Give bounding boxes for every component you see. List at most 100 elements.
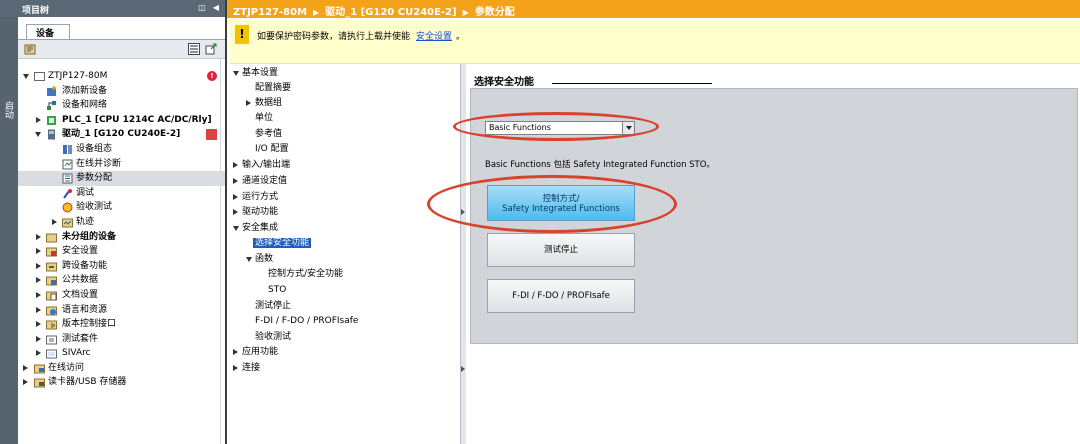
info-suffix: 。 [456,32,466,42]
nav-setpoint-channel[interactable]: 通道设定值 [233,174,287,188]
highlight-ellipse-select [453,112,659,141]
tree-item-card-reader[interactable]: 读卡器/USB 存储器 [18,375,225,390]
tree-item-sivarc[interactable]: SIVArc [18,346,225,361]
nav-test-stop[interactable]: 测试停止 [255,299,291,313]
tree-item-online-access[interactable]: 在线访问 [18,361,225,376]
nav-drive-functions[interactable]: 驱动功能 [233,205,278,219]
pin-icon[interactable]: ◫ [197,3,207,13]
expand-icon[interactable] [36,116,41,123]
expand-icon[interactable] [233,365,238,371]
nav-select-safety-function[interactable]: 选择安全功能 [253,236,312,250]
parameter-icon [62,173,73,184]
project-tree-header: 项目树 ◫ ◀ [0,0,225,17]
nav-fdi-fdo-profisafe[interactable]: F-DI / F-DO / PROFIsafe [255,314,358,328]
expand-icon[interactable] [36,277,41,284]
project-icon [34,72,45,81]
tree-item-security-settings[interactable]: 安全设置 [18,244,225,259]
collapse-icon[interactable] [246,257,252,262]
collapse-icon[interactable] [233,226,239,231]
expand-icon[interactable] [233,162,238,168]
project-tree-title: 项目树 [22,6,50,16]
nav-io-config[interactable]: I/O 配置 [255,142,289,156]
tree-item-online-diagnostics[interactable]: 在线并诊断 [18,157,225,172]
tree-item-test-suite[interactable]: 测试套件 [18,332,225,347]
nav-sto[interactable]: STO [268,283,286,297]
fdi-fdo-profisafe-button[interactable]: F-DI / F-DO / PROFIsafe [487,279,635,313]
cross-device-icon [46,262,57,272]
tree-item-add-device[interactable]: 添加新设备 [18,84,225,99]
expand-icon[interactable] [36,291,41,298]
tree-item-cross-device[interactable]: 跨设备功能 [18,259,225,274]
expand-icon[interactable] [36,350,41,357]
expand-icon[interactable] [36,233,41,240]
security-settings-link[interactable]: 安全设置 [416,32,452,42]
collapse-icon[interactable] [35,132,41,138]
tree-item-common-data[interactable]: 公共数据 [18,273,225,288]
nav-reference-values[interactable]: 参考值 [255,127,282,141]
tree-item-device-config[interactable]: 设备组态 [18,142,225,157]
nav-connections[interactable]: 连接 [233,361,260,375]
new-group-icon[interactable] [24,43,36,55]
expand-icon[interactable] [23,364,28,371]
tree-item-parameter-assignment[interactable]: 参数分配 [18,171,225,186]
nav-operating-mode[interactable]: 运行方式 [233,190,278,204]
expand-icon[interactable] [36,262,41,269]
side-strip[interactable]: 启动 [0,17,18,444]
project-tree: ZTJP127-80M ! 添加新设备 设备和网络 PLC_1 [CPU 121… [18,71,225,390]
nav-control-mode-safety[interactable]: 控制方式/安全功能 [268,267,343,281]
splitter-grip-icon[interactable] [461,366,465,372]
info-text: 如要保护密码参数，请执行上载并使能 [257,32,411,42]
expand-icon[interactable] [36,335,41,342]
nav-acceptance-test[interactable]: 验收测试 [255,330,291,344]
nav-config-summary[interactable]: 配置摘要 [255,81,291,95]
page-title: 选择安全功能 [474,77,534,88]
breadcrumb: ZTJP127-80M ▶ 驱动_1 [G120 CU240E-2] ▶ 参数分配 [227,0,1080,18]
nav-inputs-outputs[interactable]: 输入/输出端 [233,158,290,172]
tree-item-traces[interactable]: 轨迹 [18,215,225,230]
tree-item-project[interactable]: ZTJP127-80M ! [18,69,225,84]
nav-units[interactable]: 单位 [255,111,273,125]
expand-icon[interactable] [246,100,251,106]
breadcrumb-project[interactable]: ZTJP127-80M [233,7,307,18]
tree-item-commissioning[interactable]: 调试 [18,186,225,201]
breadcrumb-parameter[interactable]: 参数分配 [475,7,515,18]
diagnostics-icon [62,159,73,170]
function-description: Basic Functions 包括 Safety Integrated Fun… [485,160,715,170]
test-suite-icon [46,335,57,345]
view-list-icon[interactable] [188,43,200,55]
tree-item-ungrouped-devices[interactable]: 未分组的设备 [18,230,225,245]
nav-basic-settings[interactable]: 基本设置 [233,66,278,80]
nav-safety-integrated[interactable]: 安全集成 [233,221,278,235]
tree-item-drive[interactable]: 驱动_1 [G120 CU240E-2] [18,127,225,142]
collapse-icon[interactable] [233,71,239,76]
acceptance-test-icon [62,202,73,213]
online-access-icon [34,364,45,374]
expand-icon[interactable] [233,178,238,184]
expand-icon[interactable] [233,349,238,355]
tree-item-plc[interactable]: PLC_1 [CPU 1214C AC/DC/Rly] [18,113,225,128]
expand-icon[interactable] [23,74,29,79]
tree-item-acceptance-test[interactable]: 验收测试 [18,200,225,215]
expand-icon[interactable] [36,306,41,313]
export-icon[interactable] [205,43,217,55]
tree-item-languages-resources[interactable]: 语言和资源 [18,303,225,318]
parameter-navigation: 基本设置 配置摘要 数据组 单位 参考值 I/O 配置 输入/输出端 通道设定值… [230,64,462,444]
collapse-left-icon[interactable]: ◀ [211,3,221,13]
expand-icon[interactable] [233,209,238,215]
expand-icon[interactable] [52,218,57,225]
tab-devices[interactable]: 设备 [26,24,70,39]
breadcrumb-drive[interactable]: 驱动_1 [G120 CU240E-2] [325,7,456,18]
expand-icon[interactable] [233,194,238,200]
version-control-icon [46,320,57,330]
tree-item-version-control[interactable]: 版本控制接口 [18,317,225,332]
breadcrumb-separator-icon: ▶ [313,8,320,17]
tree-item-devices-networks[interactable]: 设备和网络 [18,98,225,113]
expand-icon[interactable] [36,248,41,255]
nav-application-functions[interactable]: 应用功能 [233,345,278,359]
tree-item-document-settings[interactable]: 文档设置 [18,288,225,303]
nav-functions[interactable]: 函数 [246,252,273,266]
expand-icon[interactable] [36,321,41,328]
expand-icon[interactable] [23,379,28,386]
test-stop-button[interactable]: 测试停止 [487,233,635,267]
nav-data-sets[interactable]: 数据组 [246,96,282,110]
